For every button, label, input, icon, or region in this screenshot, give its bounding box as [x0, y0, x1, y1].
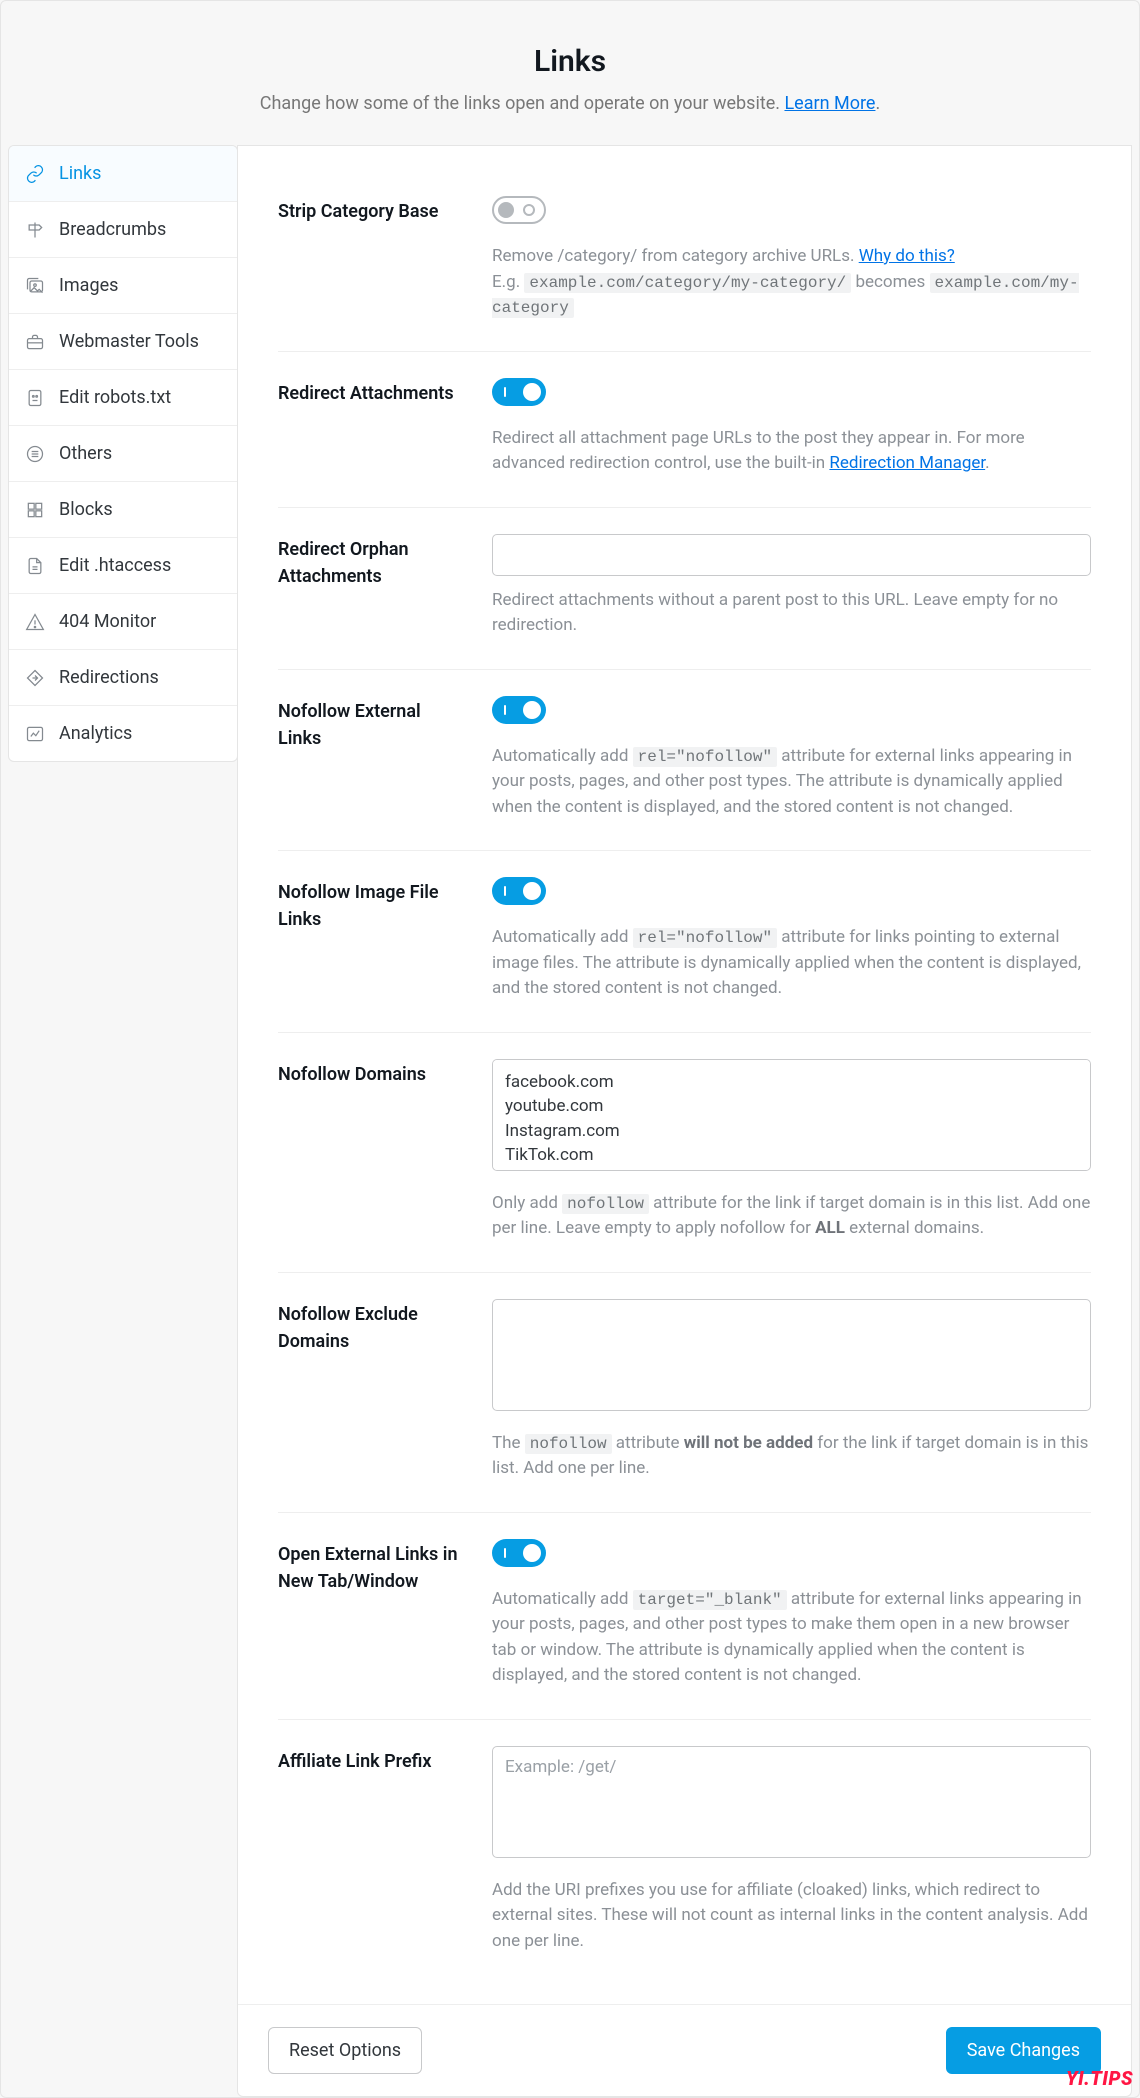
sidebar-item-images[interactable]: Images — [9, 258, 237, 314]
desc-strip-category-base: Remove /category/ from category archive … — [492, 244, 1091, 321]
sidebar-item-label: Others — [59, 440, 112, 467]
field-strip-category-base: Strip Category Base Remove /category/ fr… — [278, 196, 1091, 352]
toggle-redirect-attachments[interactable] — [492, 378, 546, 406]
desc-open-new-tab: Automatically add target="_blank" attrib… — [492, 1587, 1091, 1689]
list-circle-icon — [25, 444, 45, 464]
page-header: Links Change how some of the links open … — [1, 1, 1139, 145]
field-nofollow-domains: Nofollow Domains Only add nofollow attri… — [278, 1033, 1091, 1273]
toggle-open-new-tab[interactable] — [492, 1539, 546, 1567]
link-icon — [25, 164, 45, 184]
textarea-nofollow-domains[interactable] — [492, 1059, 1091, 1171]
sidebar-item-htaccess[interactable]: Edit .htaccess — [9, 538, 237, 594]
sidebar-item-webmaster-tools[interactable]: Webmaster Tools — [9, 314, 237, 370]
field-redirect-attachments: Redirect Attachments Redirect all attach… — [278, 352, 1091, 508]
toggle-strip-category-base[interactable] — [492, 196, 546, 224]
sidebar-item-label: Images — [59, 272, 118, 299]
warning-icon — [25, 612, 45, 632]
field-nofollow-external-links: Nofollow External Links Automatically ad… — [278, 670, 1091, 852]
sidebar-item-label: Blocks — [59, 496, 113, 523]
sidebar: Links Breadcrumbs Images Webmaster Tools… — [8, 145, 238, 762]
field-nofollow-exclude-domains: Nofollow Exclude Domains The nofollow at… — [278, 1273, 1091, 1513]
redirection-manager-link[interactable]: Redirection Manager — [829, 453, 985, 473]
settings-panel: Strip Category Base Remove /category/ fr… — [237, 145, 1132, 2097]
file-text-icon — [25, 556, 45, 576]
sidebar-item-links[interactable]: Links — [9, 146, 237, 202]
field-open-external-new-tab: Open External Links in New Tab/Window Au… — [278, 1513, 1091, 1720]
sidebar-item-others[interactable]: Others — [9, 426, 237, 482]
footer-actions: Reset Options Save Changes — [238, 2004, 1131, 2096]
desc-nofollow-domains: Only add nofollow attribute for the link… — [492, 1191, 1091, 1242]
robot-file-icon — [25, 388, 45, 408]
sidebar-item-analytics[interactable]: Analytics — [9, 706, 237, 761]
field-nofollow-image-links: Nofollow Image File Links Automatically … — [278, 851, 1091, 1033]
signpost-icon — [25, 220, 45, 240]
images-icon — [25, 276, 45, 296]
textarea-affiliate-prefix[interactable] — [492, 1746, 1091, 1858]
field-affiliate-link-prefix: Affiliate Link Prefix Add the URI prefix… — [278, 1720, 1091, 1985]
input-redirect-orphan-url[interactable] — [492, 534, 1091, 576]
sidebar-item-blocks[interactable]: Blocks — [9, 482, 237, 538]
sidebar-item-breadcrumbs[interactable]: Breadcrumbs — [9, 202, 237, 258]
sidebar-item-label: Redirections — [59, 664, 159, 691]
page-subtitle: Change how some of the links open and op… — [41, 90, 1099, 117]
desc-nofollow-external: Automatically add rel="nofollow" attribu… — [492, 744, 1091, 821]
why-do-this-link[interactable]: Why do this? — [859, 246, 955, 266]
toolbox-icon — [25, 332, 45, 352]
reset-options-button[interactable]: Reset Options — [268, 2027, 422, 2074]
sidebar-item-label: 404 Monitor — [59, 608, 156, 635]
sidebar-item-label: Breadcrumbs — [59, 216, 166, 243]
sidebar-item-robots-txt[interactable]: Edit robots.txt — [9, 370, 237, 426]
save-changes-button[interactable]: Save Changes — [946, 2027, 1101, 2074]
toggle-nofollow-image[interactable] — [492, 877, 546, 905]
desc-nofollow-exclude: The nofollow attribute will not be added… — [492, 1431, 1091, 1482]
desc-affiliate-prefix: Add the URI prefixes you use for affilia… — [492, 1878, 1091, 1955]
desc-redirect-attachments: Redirect all attachment page URLs to the… — [492, 426, 1091, 477]
sidebar-item-label: Webmaster Tools — [59, 328, 199, 355]
textarea-nofollow-exclude-domains[interactable] — [492, 1299, 1091, 1411]
analytics-icon — [25, 724, 45, 744]
blocks-icon — [25, 500, 45, 520]
desc-redirect-orphan: Redirect attachments without a parent po… — [492, 588, 1091, 639]
sidebar-item-label: Edit robots.txt — [59, 384, 171, 411]
redirect-icon — [25, 668, 45, 688]
desc-nofollow-image: Automatically add rel="nofollow" attribu… — [492, 925, 1091, 1002]
learn-more-link[interactable]: Learn More — [784, 93, 875, 114]
sidebar-item-label: Links — [59, 160, 101, 187]
field-redirect-orphan-attachments: Redirect Orphan Attachments Redirect att… — [278, 508, 1091, 670]
sidebar-item-label: Edit .htaccess — [59, 552, 171, 579]
sidebar-item-redirections[interactable]: Redirections — [9, 650, 237, 706]
sidebar-item-label: Analytics — [59, 720, 132, 747]
sidebar-item-404-monitor[interactable]: 404 Monitor — [9, 594, 237, 650]
toggle-nofollow-external[interactable] — [492, 696, 546, 724]
page-title: Links — [41, 39, 1099, 84]
